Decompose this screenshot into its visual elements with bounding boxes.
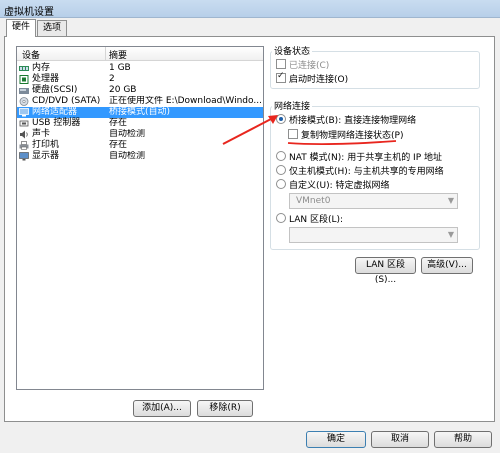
connect-at-power-on-checkbox[interactable]: 启动时连接(O): [276, 71, 349, 85]
custom-network-select-value: VMnet0: [296, 196, 331, 206]
network-adapter-icon: [19, 108, 29, 117]
cancel-button[interactable]: 取消: [371, 431, 429, 448]
cpu-icon: [19, 75, 29, 84]
device-summary: 1 GB: [109, 63, 131, 73]
column-header-device[interactable]: 设备: [22, 48, 40, 61]
device-name: 内存: [32, 63, 51, 73]
column-divider[interactable]: [105, 47, 106, 61]
chevron-down-icon: ▼: [447, 230, 454, 239]
lan-segments-button[interactable]: LAN 区段(S)...: [355, 257, 416, 285]
ok-button[interactable]: 确定: [306, 431, 366, 448]
cd-dvd-icon: [19, 97, 29, 106]
custom-network-radio[interactable]: 自定义(U): 特定虚拟网络: [276, 178, 390, 191]
usb-icon: [19, 120, 29, 127]
lan-segment-label: LAN 区段(L):: [289, 215, 344, 225]
device-name: 声卡: [32, 129, 51, 139]
display-icon: [19, 152, 29, 161]
advanced-button[interactable]: 高级(V)...: [421, 257, 473, 274]
device-list-header: 设备 摘要: [17, 47, 263, 61]
device-name: 打印机: [32, 140, 60, 150]
device-name: CD/DVD (SATA): [32, 96, 101, 106]
title-bar: 虚拟机设置: [0, 0, 500, 18]
host-only-radio[interactable]: 仅主机模式(H): 与主机共享的专用网络: [276, 164, 444, 177]
lan-segment-radio[interactable]: LAN 区段(L):: [276, 212, 343, 225]
annotation-overlay: [222, 115, 397, 146]
add-button[interactable]: 添加(A)...: [133, 400, 191, 417]
device-summary: 2: [109, 74, 115, 84]
nat-mode-radio-dot[interactable]: [276, 151, 286, 161]
sound-icon: [20, 130, 28, 139]
help-button[interactable]: 帮助: [434, 431, 492, 448]
harddisk-icon: [19, 88, 29, 94]
connect-at-power-on-label: 启动时连接(O): [289, 75, 349, 85]
printer-icon: [19, 141, 29, 150]
device-summary: 正在使用文件 E:\Download\Windo...: [109, 96, 261, 106]
chevron-down-icon: ▼: [447, 196, 454, 205]
column-header-summary[interactable]: 摘要: [109, 48, 127, 61]
nat-mode-radio[interactable]: NAT 模式(N): 用于共享主机的 IP 地址: [276, 150, 442, 163]
annotation-arrow: [222, 118, 272, 145]
host-only-label: 仅主机模式(H): 与主机共享的专用网络: [289, 167, 444, 177]
tab-options[interactable]: 选项: [37, 20, 67, 36]
device-row-harddisk[interactable]: 硬盘(SCSI) 20 GB: [17, 85, 263, 96]
tab-hardware[interactable]: 硬件: [6, 19, 36, 37]
connected-checkbox[interactable]: 已连接(C): [276, 58, 329, 71]
remove-button[interactable]: 移除(R): [197, 400, 253, 417]
lan-segment-select[interactable]: ▼: [289, 227, 458, 243]
nat-mode-label: NAT 模式(N): 用于共享主机的 IP 地址: [289, 153, 443, 163]
device-name: 显示器: [32, 151, 60, 161]
custom-network-radio-dot[interactable]: [276, 179, 286, 189]
device-row-cd-dvd[interactable]: CD/DVD (SATA) 正在使用文件 E:\Download\Windo..…: [17, 96, 263, 107]
host-only-radio-dot[interactable]: [276, 165, 286, 175]
device-row-memory[interactable]: 内存 1 GB: [17, 63, 263, 74]
device-name: USB 控制器: [32, 118, 81, 128]
connected-checkbox-box[interactable]: [276, 59, 286, 69]
device-name: 处理器: [32, 74, 60, 84]
connected-label: 已连接(C): [289, 61, 330, 71]
lan-segment-radio-dot[interactable]: [276, 213, 286, 223]
device-summary: 20 GB: [109, 85, 137, 95]
custom-network-select[interactable]: VMnet0 ▼: [289, 193, 458, 209]
memory-icon: [19, 66, 29, 71]
device-name: 网络适配器: [32, 107, 78, 117]
annotation-underline: [287, 140, 397, 146]
device-list[interactable]: 设备 摘要 内存 1 GB 处理器 2 硬盘(SCSI) 20 GB CD/DV…: [16, 46, 264, 390]
window-title: 虚拟机设置: [4, 7, 54, 18]
device-summary: 自动检测: [109, 151, 146, 161]
device-row-display[interactable]: 显示器 自动检测: [17, 151, 263, 162]
device-row-processor[interactable]: 处理器 2: [17, 74, 263, 85]
device-status-title: 设备状态: [272, 44, 313, 57]
custom-network-label: 自定义(U): 特定虚拟网络: [289, 181, 390, 191]
device-name: 硬盘(SCSI): [32, 85, 78, 95]
connect-at-power-on-checkbox-box[interactable]: [276, 71, 286, 83]
